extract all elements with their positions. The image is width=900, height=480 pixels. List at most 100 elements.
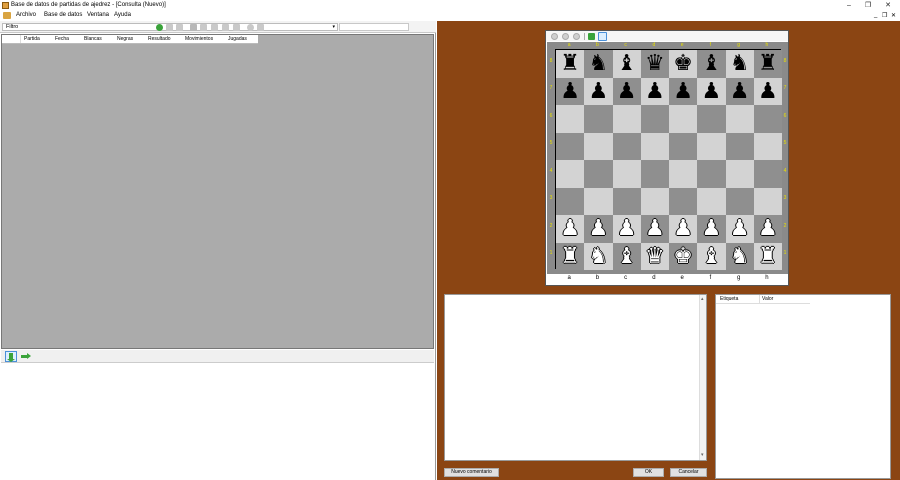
square-e3[interactable] (669, 187, 698, 215)
flip-board-icon[interactable] (588, 33, 595, 40)
refresh-icon[interactable] (156, 24, 163, 31)
square-a7[interactable]: ♟ (556, 77, 585, 105)
comment-scrollbar[interactable]: ▴ ▾ (699, 295, 706, 460)
column-etiqueta[interactable]: Etiqueta (720, 296, 738, 302)
square-b1[interactable]: ♞ (584, 242, 613, 270)
square-e6[interactable] (669, 105, 698, 133)
square-h8[interactable]: ♜ (753, 50, 782, 78)
square-g3[interactable] (725, 187, 754, 215)
column-resultado[interactable]: Resultado (148, 36, 171, 42)
search-input[interactable] (339, 23, 409, 31)
black-pawn-icon[interactable]: ♟ (617, 79, 637, 104)
square-f5[interactable] (697, 132, 726, 160)
white-rook-icon[interactable]: ♜ (560, 244, 580, 269)
square-h5[interactable] (753, 132, 782, 160)
square-a3[interactable] (556, 187, 585, 215)
black-bishop-icon[interactable]: ♝ (617, 51, 637, 76)
ok-button[interactable]: OK (633, 468, 664, 477)
white-pawn-icon[interactable]: ♟ (758, 216, 778, 241)
square-e1[interactable]: ♚ (669, 242, 698, 270)
mdi-minimize-button[interactable]: _ (874, 12, 877, 18)
chevron-down-icon[interactable]: ▾ (332, 24, 335, 31)
maximize-button[interactable]: ❐ (859, 0, 877, 11)
column-jugadas[interactable]: Jugadas (228, 36, 247, 42)
square-b3[interactable] (584, 187, 613, 215)
square-d7[interactable]: ♟ (640, 77, 669, 105)
minimize-button[interactable]: – (840, 0, 858, 11)
square-c6[interactable] (612, 105, 641, 133)
white-king-icon[interactable]: ♚ (673, 244, 693, 269)
copy-icon[interactable] (211, 24, 218, 31)
white-rook-icon[interactable]: ♜ (758, 244, 778, 269)
black-rook-icon[interactable]: ♜ (560, 51, 580, 76)
black-king-icon[interactable]: ♚ (673, 51, 693, 76)
square-c7[interactable]: ♟ (612, 77, 641, 105)
white-knight-icon[interactable]: ♞ (589, 244, 609, 269)
black-pawn-icon[interactable]: ♟ (645, 79, 665, 104)
mdi-restore-button[interactable]: ❐ (882, 12, 887, 19)
square-a2[interactable]: ♟ (556, 215, 585, 243)
column-partida[interactable]: Partida (24, 36, 40, 42)
square-g6[interactable] (725, 105, 754, 133)
square-g4[interactable] (725, 160, 754, 188)
square-c8[interactable]: ♝ (612, 50, 641, 78)
square-a8[interactable]: ♜ (556, 50, 585, 78)
square-f8[interactable]: ♝ (697, 50, 726, 78)
white-bishop-icon[interactable]: ♝ (702, 244, 722, 269)
white-pawn-icon[interactable]: ♟ (730, 216, 750, 241)
square-e7[interactable]: ♟ (669, 77, 698, 105)
search-icon[interactable] (247, 24, 254, 31)
square-h6[interactable] (753, 105, 782, 133)
square-g5[interactable] (725, 132, 754, 160)
square-b2[interactable]: ♟ (584, 215, 613, 243)
grid-icon[interactable] (190, 24, 197, 31)
black-pawn-icon[interactable]: ♟ (758, 79, 778, 104)
analysis-icon[interactable] (598, 32, 607, 41)
black-knight-icon[interactable]: ♞ (589, 51, 609, 76)
square-c2[interactable]: ♟ (612, 215, 641, 243)
stop-icon[interactable] (166, 24, 173, 31)
square-d1[interactable]: ♛ (640, 242, 669, 270)
download-button[interactable] (5, 351, 17, 362)
white-pawn-icon[interactable]: ♟ (702, 216, 722, 241)
menu-archivo[interactable]: Archivo (16, 12, 36, 18)
square-c4[interactable] (612, 160, 641, 188)
white-pawn-icon[interactable]: ♟ (645, 216, 665, 241)
white-pawn-icon[interactable]: ♟ (673, 216, 693, 241)
next-move-icon[interactable] (573, 33, 580, 40)
square-d3[interactable] (640, 187, 669, 215)
square-f7[interactable]: ♟ (697, 77, 726, 105)
square-a1[interactable]: ♜ (556, 242, 585, 270)
square-g2[interactable]: ♟ (725, 215, 754, 243)
square-f1[interactable]: ♝ (697, 242, 726, 270)
export-icon[interactable] (257, 24, 264, 31)
square-c5[interactable] (612, 132, 641, 160)
white-bishop-icon[interactable]: ♝ (617, 244, 637, 269)
paste-icon[interactable] (222, 24, 229, 31)
square-g1[interactable]: ♞ (725, 242, 754, 270)
scroll-down-icon[interactable]: ▾ (701, 452, 704, 458)
previous-move-icon[interactable] (562, 33, 569, 40)
square-d2[interactable]: ♟ (640, 215, 669, 243)
menu-ventana[interactable]: Ventana (87, 12, 109, 18)
square-c1[interactable]: ♝ (612, 242, 641, 270)
cancel-button[interactable]: Cancelar (670, 468, 707, 477)
square-f2[interactable]: ♟ (697, 215, 726, 243)
square-c3[interactable] (612, 187, 641, 215)
comment-editor[interactable]: ▴ ▾ (444, 294, 707, 461)
save-icon[interactable] (233, 24, 240, 31)
white-pawn-icon[interactable]: ♟ (617, 216, 637, 241)
first-move-icon[interactable] (551, 33, 558, 40)
square-h4[interactable] (753, 160, 782, 188)
close-button[interactable]: ✕ (879, 0, 897, 11)
black-pawn-icon[interactable]: ♟ (702, 79, 722, 104)
chess-board[interactable]: ♜ ♞ ♝ ♛ ♚ ♝ ♞ ♜ ♟ ♟ ♟ ♟ ♟ ♟ ♟ ♟ ♟ ♟ ♟ ♟ ♟ ♟ ♟ ♟ ♜ ♞ ♝ ♛ ♚ ♝ ♞ ♜ (555, 49, 782, 270)
square-f4[interactable] (697, 160, 726, 188)
white-pawn-icon[interactable]: ♟ (589, 216, 609, 241)
new-comment-button[interactable]: Nuevo comentario (444, 468, 499, 477)
column-valor[interactable]: Valor (762, 296, 773, 302)
arrow-right-icon[interactable] (21, 353, 31, 359)
black-pawn-icon[interactable]: ♟ (673, 79, 693, 104)
square-g7[interactable]: ♟ (725, 77, 754, 105)
delete-icon[interactable] (176, 24, 183, 31)
